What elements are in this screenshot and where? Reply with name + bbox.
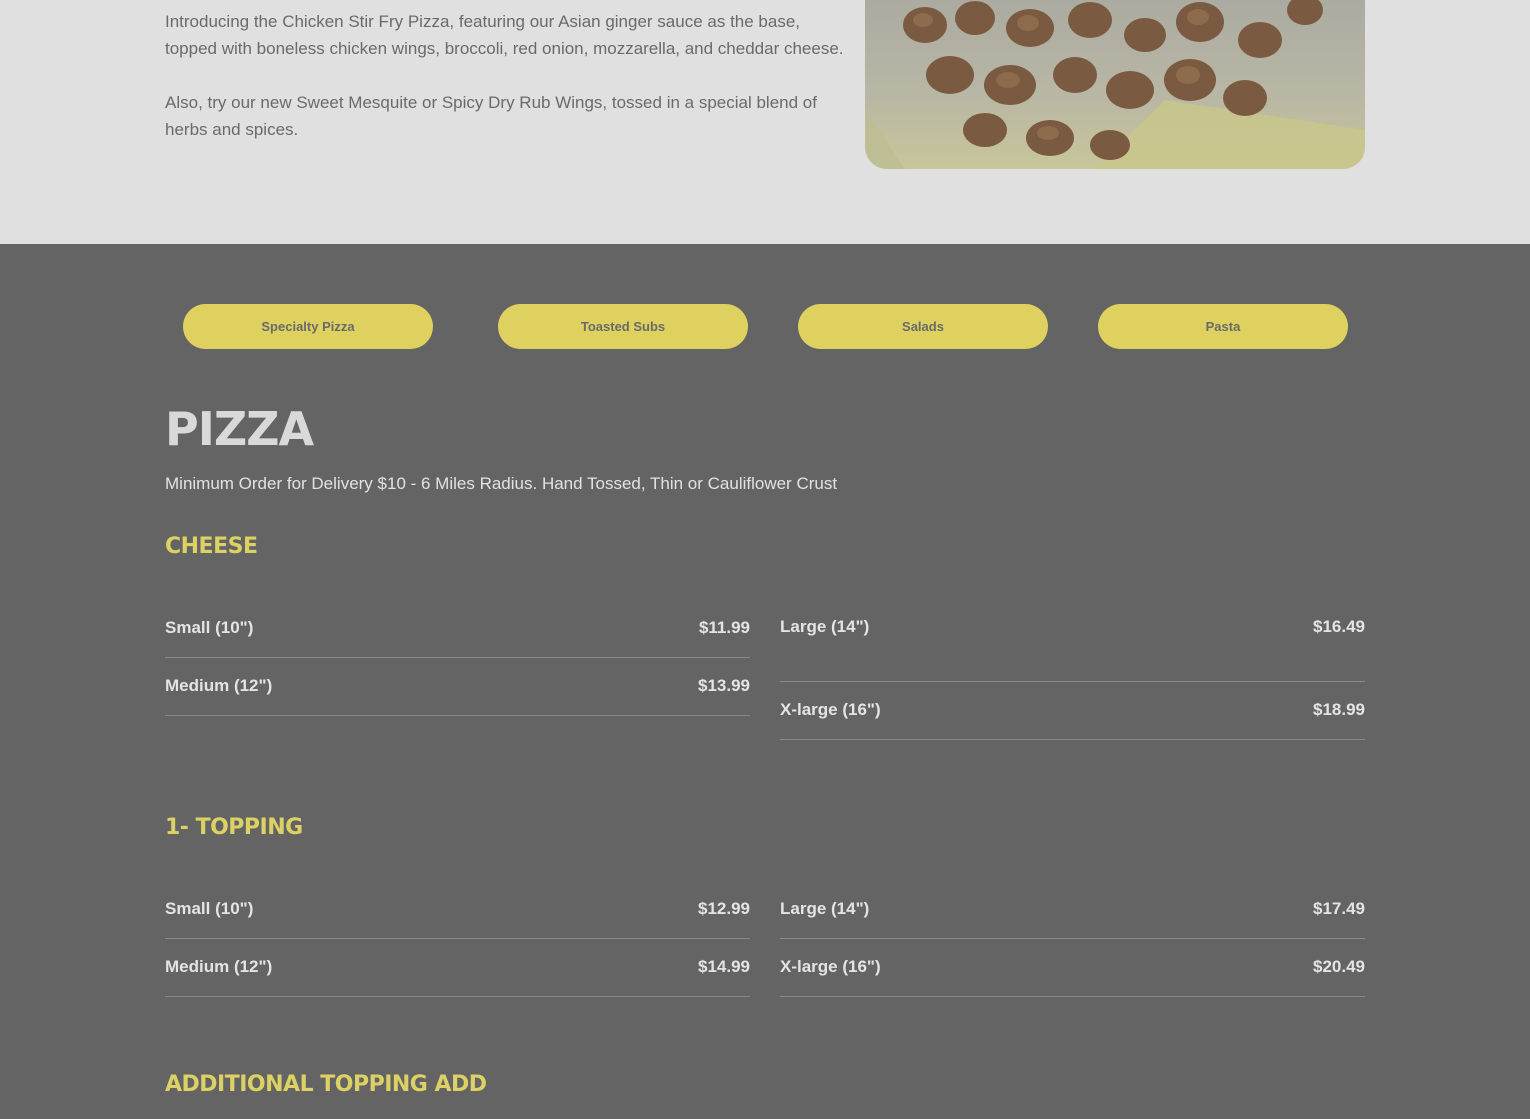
promo-paragraph-2: Also, try our new Sweet Mesquite or Spic… xyxy=(165,93,817,139)
section-heading-additional-topping: ADDITIONAL TOPPING ADD xyxy=(165,1072,487,1097)
price-value: $12.99 xyxy=(698,898,750,918)
price-row: Small (10") $11.99 xyxy=(165,600,750,658)
chicken-wings-image xyxy=(865,0,1365,169)
price-value: $16.49 xyxy=(1313,617,1365,636)
price-row: X-large (16") $18.99 xyxy=(780,682,1365,740)
tab-toasted-subs[interactable]: Toasted Subs xyxy=(498,304,748,349)
menu-section: Specialty Pizza Toasted Subs Salads Past… xyxy=(0,244,1530,1119)
price-row: Medium (12") $13.99 xyxy=(165,658,750,716)
price-row: Medium (12") $14.99 xyxy=(165,939,750,997)
size-label: Small (10") xyxy=(165,617,254,637)
size-label: Large (14") xyxy=(780,617,870,636)
page-subtitle: Minimum Order for Delivery $10 - 6 Miles… xyxy=(165,474,838,493)
tab-specialty-pizza[interactable]: Specialty Pizza xyxy=(183,304,433,349)
section-heading-cheese: CHEESE xyxy=(165,534,258,559)
section-heading-1-topping: 1- TOPPING xyxy=(165,815,303,840)
page-title: PIZZA xyxy=(165,402,314,456)
price-value: $11.99 xyxy=(698,617,750,637)
price-row: Large (14") $16.49 xyxy=(780,600,1365,682)
price-row: Large (14") $17.49 xyxy=(780,881,1365,939)
tab-salads[interactable]: Salads xyxy=(798,304,1048,349)
size-label: X-large (16") xyxy=(780,956,881,976)
tab-pasta[interactable]: Pasta xyxy=(1098,304,1348,349)
price-value: $18.99 xyxy=(1313,699,1365,719)
price-value: $13.99 xyxy=(698,675,750,695)
price-value: $17.49 xyxy=(1313,898,1365,918)
chicken-wings-photo xyxy=(865,0,1365,169)
price-value: $20.49 xyxy=(1313,956,1365,976)
promo-section: Introducing the Chicken Stir Fry Pizza, … xyxy=(0,0,1530,244)
price-row: X-large (16") $20.49 xyxy=(780,939,1365,997)
promo-text: Introducing the Chicken Stir Fry Pizza, … xyxy=(165,8,845,170)
size-label: Medium (12") xyxy=(165,956,273,976)
size-label: Large (14") xyxy=(780,898,870,918)
size-label: X-large (16") xyxy=(780,699,881,719)
size-label: Medium (12") xyxy=(165,675,273,695)
price-row: Small (10") $12.99 xyxy=(165,881,750,939)
promo-paragraph-1: Introducing the Chicken Stir Fry Pizza, … xyxy=(165,12,844,58)
size-label: Small (10") xyxy=(165,898,254,918)
price-value: $14.99 xyxy=(698,956,750,976)
